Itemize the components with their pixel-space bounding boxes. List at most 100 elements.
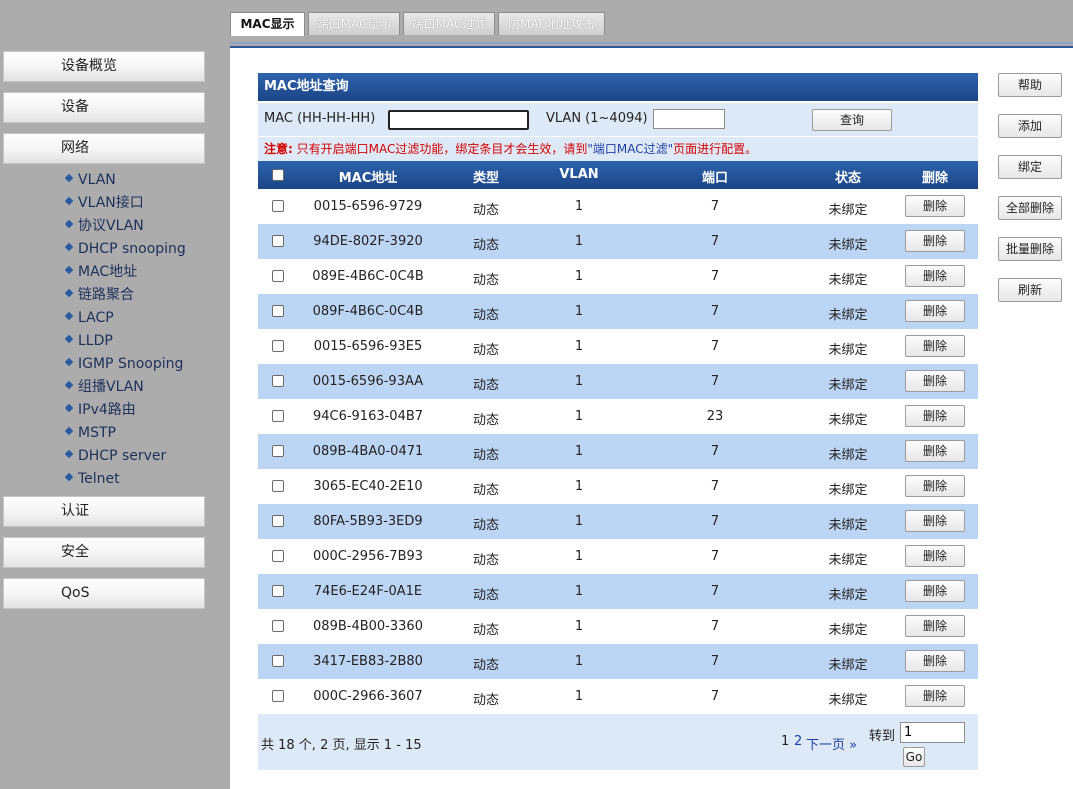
table-row: 089B-4BA0-0471 动态 1 7 未绑定 删除 xyxy=(258,434,978,469)
row-delete-button[interactable]: 删除 xyxy=(905,335,965,357)
sidebar-subitem[interactable]: DHCP server xyxy=(64,446,166,466)
sidebar-subitem[interactable]: IPv4路由 xyxy=(64,400,136,420)
cell-type: 动态 xyxy=(472,343,499,358)
row-checkbox[interactable] xyxy=(272,200,284,212)
cell-mac: 0015-6596-93AA xyxy=(312,374,424,389)
goto-page-input[interactable] xyxy=(900,722,965,743)
row-delete-button[interactable]: 删除 xyxy=(905,370,965,392)
row-checkbox[interactable] xyxy=(272,305,284,317)
sidebar-subitem[interactable]: DHCP snooping xyxy=(64,239,186,259)
sidebar-item-device[interactable]: 设备 xyxy=(3,92,205,123)
sidebar-subitem-label: VLAN接口 xyxy=(78,195,144,211)
cell-port: 7 xyxy=(710,549,720,564)
row-delete-button[interactable]: 删除 xyxy=(905,230,965,252)
cell-vlan: 1 xyxy=(574,199,584,214)
row-delete-button[interactable]: 删除 xyxy=(905,545,965,567)
tab-anti-mac-attack[interactable]: 防MAC地址攻击 xyxy=(498,12,605,35)
cell-mac: 3065-EC40-2E10 xyxy=(313,479,423,494)
next-page-link[interactable]: 下一页 » xyxy=(806,734,857,753)
cell-port: 7 xyxy=(710,339,720,354)
cell-status: 未绑定 xyxy=(828,553,868,568)
vlan-input[interactable] xyxy=(653,109,725,129)
sidebar-subitem[interactable]: LACP xyxy=(64,308,114,328)
bind-button[interactable]: 绑定 xyxy=(998,155,1062,179)
cell-port: 7 xyxy=(710,584,720,599)
mac-input[interactable] xyxy=(388,110,529,130)
row-delete-button[interactable]: 删除 xyxy=(905,300,965,322)
sidebar-item-qos[interactable]: QoS xyxy=(3,578,205,609)
sidebar-subitem[interactable]: LLDP xyxy=(64,331,113,351)
sidebar-subitem[interactable]: VLAN接口 xyxy=(64,193,144,213)
cell-status: 未绑定 xyxy=(828,343,868,358)
sidebar-subitem-label: IPv4路由 xyxy=(78,402,136,418)
sidebar-subitem[interactable]: MSTP xyxy=(64,423,116,443)
row-delete-button[interactable]: 删除 xyxy=(905,440,965,462)
header-mac: MAC地址 xyxy=(338,171,398,186)
select-all-checkbox[interactable] xyxy=(272,169,284,181)
sidebar-subitem[interactable]: MAC地址 xyxy=(64,262,137,282)
row-checkbox[interactable] xyxy=(272,515,284,527)
cell-mac: 089F-4B6C-0C4B xyxy=(312,304,424,319)
pagination-summary: 共 18 个, 2 页, 显示 1 - 15 xyxy=(261,738,422,753)
sidebar: 设备概览 设备 网络 VLAN VLAN接口协议VLAN DHCP snooping… xyxy=(0,0,230,789)
cell-mac: 0015-6596-9729 xyxy=(313,199,423,214)
sidebar-subitem-label: Telnet xyxy=(78,471,120,487)
row-delete-button[interactable]: 删除 xyxy=(905,475,965,497)
diamond-bullet-icon xyxy=(64,449,74,459)
row-delete-button[interactable]: 删除 xyxy=(905,685,965,707)
cell-type: 动态 xyxy=(472,623,499,638)
cell-status: 未绑定 xyxy=(828,658,868,673)
row-delete-button[interactable]: 删除 xyxy=(905,650,965,672)
table-body: 0015-6596-9729 动态 1 7 未绑定 删除 94DE-802F-3920 动态 1… xyxy=(258,189,978,714)
sidebar-subitem[interactable]: Telnet xyxy=(64,469,120,489)
note-link[interactable]: "端口MAC过滤" xyxy=(587,142,673,156)
delete-all-button[interactable]: 全部删除 xyxy=(998,196,1062,220)
tab-port-mac-filter[interactable]: 端口MAC过滤 xyxy=(403,12,495,35)
go-button[interactable]: Go xyxy=(903,747,925,767)
help-button[interactable]: 帮助 xyxy=(998,73,1062,97)
tab-mac-display[interactable]: MAC显示 xyxy=(230,12,305,36)
row-checkbox[interactable] xyxy=(272,550,284,562)
cell-mac: 74E6-E24F-0A1E xyxy=(313,584,423,599)
page-2-link[interactable]: 2 xyxy=(794,734,802,749)
row-checkbox[interactable] xyxy=(272,585,284,597)
row-checkbox[interactable] xyxy=(272,410,284,422)
diamond-bullet-icon xyxy=(64,403,74,413)
query-button[interactable]: 查询 xyxy=(812,109,892,131)
row-checkbox[interactable] xyxy=(272,375,284,387)
sidebar-subitem[interactable]: IGMP Snooping xyxy=(64,354,183,374)
sidebar-subitem[interactable]: VLAN xyxy=(64,170,116,190)
cell-mac: 089E-4B6C-0C4B xyxy=(312,269,424,284)
sidebar-subitem[interactable]: 链路聚合 xyxy=(64,285,134,305)
row-checkbox[interactable] xyxy=(272,270,284,282)
tab-port-mac-display[interactable]: 端口MAC显示 xyxy=(308,12,400,35)
sidebar-item-network[interactable]: 网络 xyxy=(3,133,205,164)
row-checkbox[interactable] xyxy=(272,445,284,457)
row-delete-button[interactable]: 删除 xyxy=(905,580,965,602)
diamond-bullet-icon xyxy=(64,472,74,482)
sidebar-item-overview[interactable]: 设备概览 xyxy=(3,51,205,82)
row-checkbox[interactable] xyxy=(272,235,284,247)
table-row: 0015-6596-9729 动态 1 7 未绑定 删除 xyxy=(258,189,978,224)
row-checkbox[interactable] xyxy=(272,340,284,352)
row-delete-button[interactable]: 删除 xyxy=(905,510,965,532)
batch-delete-button[interactable]: 批量删除 xyxy=(998,237,1062,261)
cell-mac: 000C-2956-7B93 xyxy=(312,549,424,564)
sidebar-subitem[interactable]: 协议VLAN xyxy=(64,216,144,236)
refresh-button[interactable]: 刷新 xyxy=(998,278,1062,302)
row-checkbox[interactable] xyxy=(272,690,284,702)
row-checkbox[interactable] xyxy=(272,480,284,492)
sidebar-item-auth[interactable]: 认证 xyxy=(3,496,205,527)
row-delete-button[interactable]: 删除 xyxy=(905,405,965,427)
sidebar-item-security[interactable]: 安全 xyxy=(3,537,205,568)
row-delete-button[interactable]: 删除 xyxy=(905,615,965,637)
row-delete-button[interactable]: 删除 xyxy=(905,265,965,287)
sidebar-subitem[interactable]: 组播VLAN xyxy=(64,377,144,397)
row-checkbox[interactable] xyxy=(272,620,284,632)
cell-status: 未绑定 xyxy=(828,413,868,428)
row-delete-button[interactable]: 删除 xyxy=(905,195,965,217)
row-checkbox[interactable] xyxy=(272,655,284,667)
cell-port: 7 xyxy=(710,689,720,704)
add-button[interactable]: 添加 xyxy=(998,114,1062,138)
cell-type: 动态 xyxy=(472,483,499,498)
